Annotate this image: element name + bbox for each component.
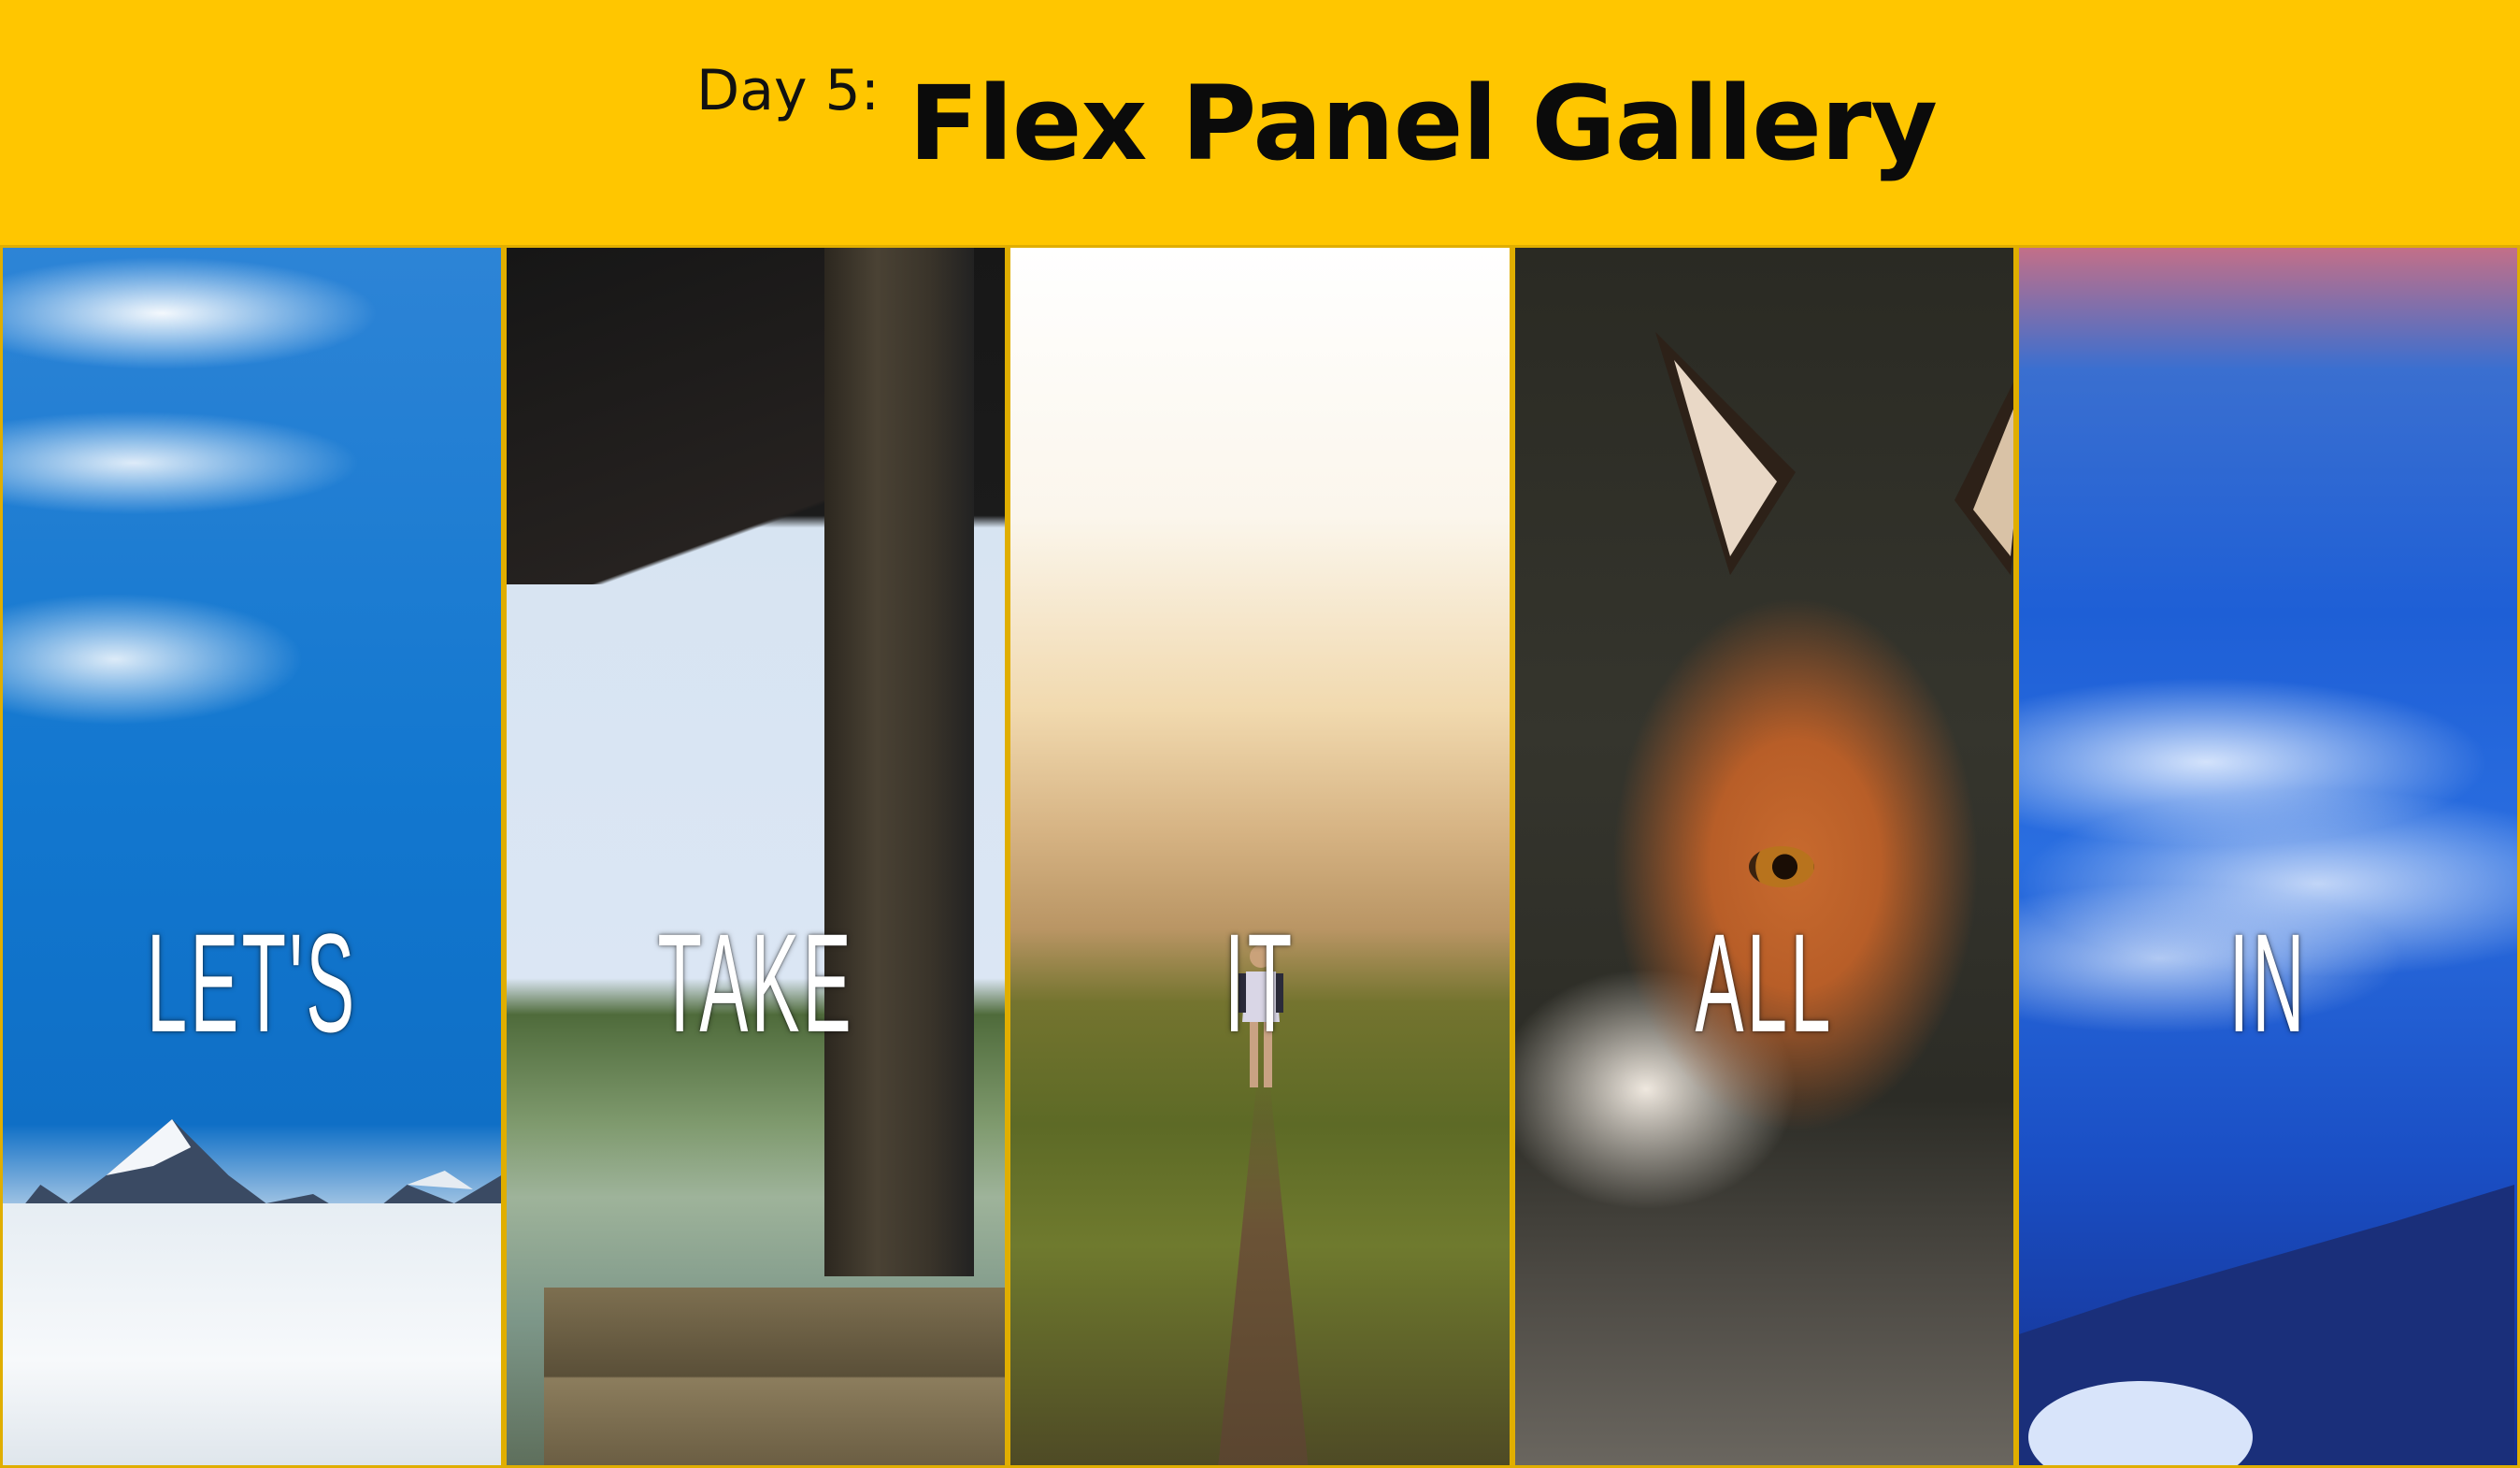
ridge-hiker-image	[1010, 248, 1510, 1465]
fox-ear-left	[1654, 332, 1796, 575]
panel-it[interactable]: IT	[1008, 245, 1512, 1468]
snowy-mountains-image	[3, 248, 502, 1465]
red-fox-image	[1514, 248, 2013, 1465]
panel-word: IN	[2228, 904, 2308, 1061]
panel-take[interactable]: TAKE	[504, 245, 1009, 1468]
panel-word: ALL	[1695, 904, 1834, 1061]
fox-ear-right	[1954, 381, 2013, 575]
wooden-deck	[544, 1288, 1006, 1465]
dirt-path	[1218, 1072, 1309, 1465]
panel-word: IT	[1224, 904, 1296, 1061]
sea-of-clouds-image	[2018, 248, 2518, 1465]
page-header: Day 5: Flex Panel Gallery	[0, 0, 2520, 245]
panel-gallery: LET'S TAKE IT ALL IN	[0, 245, 2520, 1468]
snowfield	[3, 1203, 502, 1465]
pier-roof	[507, 248, 844, 584]
panel-all[interactable]: ALL	[1511, 245, 2016, 1468]
panel-word: TAKE	[657, 904, 855, 1061]
wooden-pier-image	[507, 248, 1006, 1465]
page-title: Flex Panel Gallery	[909, 64, 1938, 183]
day-label: Day 5:	[696, 58, 880, 123]
panel-word: LET'S	[146, 904, 358, 1061]
wooden-post	[824, 248, 975, 1276]
fox-eye	[1748, 846, 1814, 887]
distant-hillside	[2018, 1185, 2514, 1465]
panel-lets[interactable]: LET'S	[0, 245, 505, 1468]
panel-in[interactable]: IN	[2015, 245, 2520, 1468]
